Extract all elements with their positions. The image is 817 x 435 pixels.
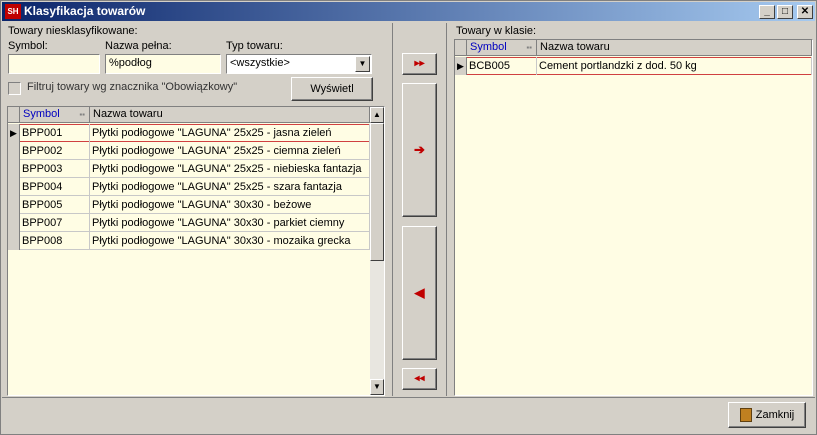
cell-name: Płytki podłogowe "LAGUNA" 25x25 - niebie… (90, 160, 370, 178)
remove-selected-button[interactable]: ◀ (402, 226, 437, 360)
table-row[interactable]: ▶ BPP001 Płytki podłogowe "LAGUNA" 25x25… (8, 124, 370, 142)
chevron-down-icon[interactable]: ▼ (355, 56, 370, 72)
cell-name: Płytki podłogowe "LAGUNA" 25x25 - szara … (90, 178, 370, 196)
column-header-name[interactable]: Nazwa towaru (90, 107, 370, 123)
unclassified-grid: Symbol ▪▪ Nazwa towaru ▶ BPP001 Płytki p… (7, 106, 385, 396)
cell-symbol: BPP001 (20, 124, 90, 142)
cell-symbol: BPP008 (20, 232, 90, 250)
cell-name: Płytki podłogowe "LAGUNA" 30x30 - beżowe (90, 196, 370, 214)
close-button[interactable]: Zamknij (728, 402, 806, 428)
table-row[interactable]: BPP002 Płytki podłogowe "LAGUNA" 25x25 -… (8, 142, 370, 160)
add-selected-button[interactable]: ➔ (402, 83, 437, 217)
window: SH Klasyfikacja towarów _ □ ✕ Towary nie… (0, 0, 817, 435)
maximize-button[interactable]: □ (777, 5, 793, 19)
cell-name: Płytki podłogowe "LAGUNA" 25x25 - ciemna… (90, 142, 370, 160)
footer-divider (2, 397, 815, 398)
name-label: Nazwa pełna: (105, 40, 172, 52)
table-row[interactable]: BPP003 Płytki podłogowe "LAGUNA" 25x25 -… (8, 160, 370, 178)
column-header-name[interactable]: Nazwa towaru (537, 40, 812, 56)
cell-symbol: BPP003 (20, 160, 90, 178)
filter-checkbox-label: Filtruj towary wg znacznika "Obowiązkowy… (27, 81, 238, 93)
cell-symbol: BPP002 (20, 142, 90, 160)
type-select[interactable]: <wszystkie> ▼ (226, 54, 372, 74)
cell-name: Płytki podłogowe "LAGUNA" 30x30 - parkie… (90, 214, 370, 232)
scroll-down-icon[interactable]: ▼ (370, 379, 384, 395)
unclassified-panel: Towary niesklasyfikowane: Symbol: Nazwa … (3, 23, 387, 396)
remove-all-button[interactable]: ◂◂ (402, 368, 437, 390)
table-row[interactable]: BPP007 Płytki podłogowe "LAGUNA" 30x30 -… (8, 214, 370, 232)
row-indicator (8, 142, 20, 160)
column-header-symbol-label: Symbol (23, 108, 60, 120)
filter-checkbox[interactable] (8, 82, 21, 95)
cell-symbol: BPP005 (20, 196, 90, 214)
row-indicator-icon: ▶ (8, 124, 20, 142)
cell-name: Płytki podłogowe "LAGUNA" 25x25 - jasna … (90, 124, 370, 142)
sort-icon: ▪▪ (526, 43, 532, 52)
row-indicator (8, 178, 20, 196)
cell-symbol: BPP004 (20, 178, 90, 196)
scroll-up-icon[interactable]: ▲ (370, 107, 384, 123)
symbol-label: Symbol: (8, 40, 48, 52)
row-indicator (8, 232, 20, 250)
column-header-symbol-label: Symbol (470, 41, 507, 53)
door-icon (739, 408, 752, 423)
title-bar: SH Klasyfikacja towarów _ □ ✕ (2, 2, 815, 21)
grid-corner (8, 107, 20, 123)
vertical-scrollbar[interactable]: ▲ ▼ (370, 107, 384, 395)
row-indicator (8, 160, 20, 178)
table-row[interactable]: ▶ BCB005 Cement portlandzki z dod. 50 kg (455, 57, 812, 75)
unclassified-label: Towary niesklasyfikowane: (8, 25, 138, 37)
type-label: Typ towaru: (226, 40, 283, 52)
transfer-panel: ▸▸ ➔ ◀ ◂◂ (392, 23, 447, 396)
cell-name: Cement portlandzki z dod. 50 kg (537, 57, 812, 75)
column-header-symbol[interactable]: Symbol ▪▪ (20, 107, 90, 123)
table-row[interactable]: BPP008 Płytki podłogowe "LAGUNA" 30x30 -… (8, 232, 370, 250)
window-title: Klasyfikacja towarów (24, 4, 146, 18)
add-all-button[interactable]: ▸▸ (402, 53, 437, 75)
column-header-symbol[interactable]: Symbol ▪▪ (467, 40, 537, 56)
type-select-value: <wszystkie> (230, 57, 290, 69)
app-icon: SH (5, 4, 21, 19)
cell-symbol: BPP007 (20, 214, 90, 232)
cell-name: Płytki podłogowe "LAGUNA" 30x30 - mozaik… (90, 232, 370, 250)
minimize-button[interactable]: _ (759, 5, 775, 19)
show-button[interactable]: Wyświetl (291, 77, 373, 101)
row-indicator-icon: ▶ (455, 57, 467, 75)
grid-corner (455, 40, 467, 56)
table-row[interactable]: BPP004 Płytki podłogowe "LAGUNA" 25x25 -… (8, 178, 370, 196)
sort-icon: ▪▪ (79, 110, 85, 119)
table-row[interactable]: BPP005 Płytki podłogowe "LAGUNA" 30x30 -… (8, 196, 370, 214)
row-indicator (8, 196, 20, 214)
row-indicator (8, 214, 20, 232)
close-window-button[interactable]: ✕ (797, 5, 813, 19)
scroll-thumb[interactable] (370, 123, 384, 261)
close-button-label: Zamknij (755, 409, 795, 421)
classified-grid: Symbol ▪▪ Nazwa towaru ▶ BCB005 Cement p… (454, 39, 813, 396)
cell-symbol: BCB005 (467, 57, 537, 75)
name-input[interactable]: %podłog (105, 54, 221, 74)
classified-panel: Towary w klasie: Symbol ▪▪ Nazwa towaru … (451, 23, 815, 396)
classified-label: Towary w klasie: (456, 25, 537, 37)
symbol-input[interactable] (8, 54, 100, 74)
